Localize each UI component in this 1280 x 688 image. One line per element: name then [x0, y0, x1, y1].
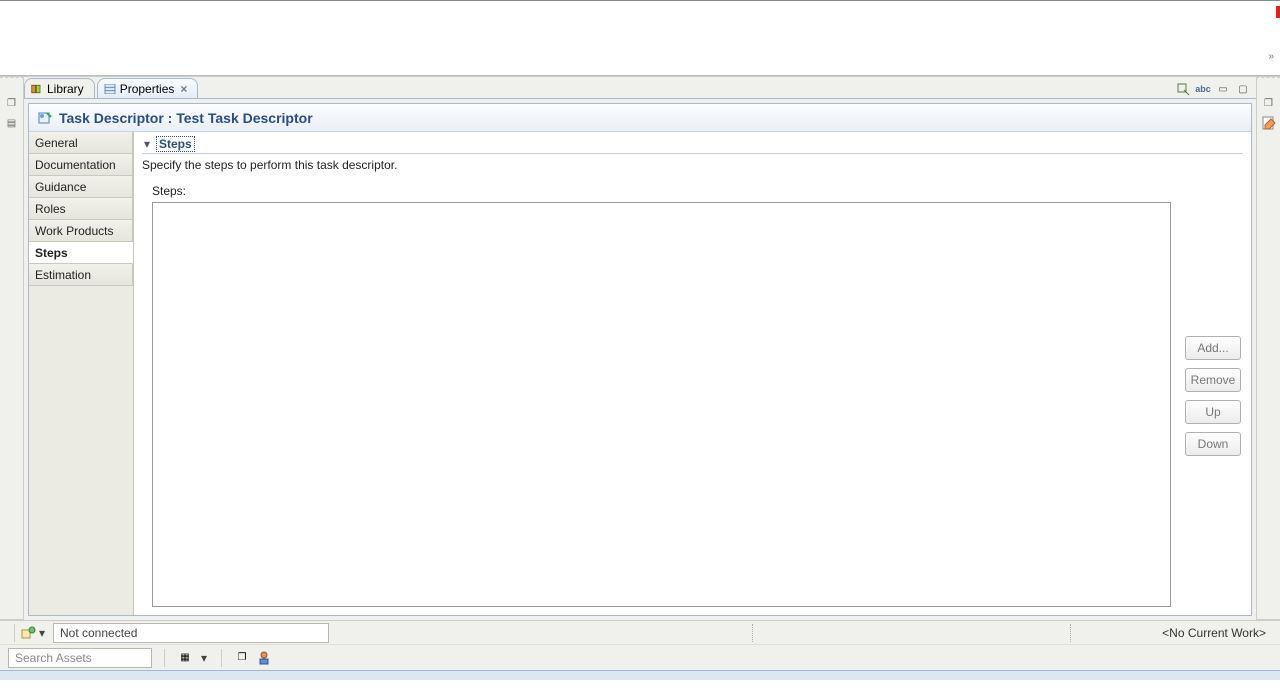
top-blank-area: »: [0, 0, 1280, 76]
search-placeholder: Search Assets: [15, 651, 92, 665]
task-repo-dropdown-icon[interactable]: ▾: [37, 626, 47, 640]
person-icon[interactable]: [256, 650, 272, 666]
sidenav-item-roles[interactable]: Roles: [29, 198, 133, 220]
steps-listbox[interactable]: [152, 202, 1171, 607]
edit-icon[interactable]: [1262, 116, 1276, 130]
pin-icon[interactable]: [1176, 82, 1190, 96]
steps-list-label: Steps:: [152, 184, 1243, 198]
steps-row: Add... Remove Up Down: [142, 202, 1243, 607]
tab-library[interactable]: Library: [24, 78, 95, 98]
editor-tabbar: Library Properties × abc ▭ ▢: [24, 77, 1256, 99]
current-work-status: <No Current Work>: [1162, 626, 1266, 640]
content-area: ▾ Steps Specify the steps to perform thi…: [134, 132, 1251, 615]
outline-icon[interactable]: ▤: [5, 116, 19, 130]
properties-icon: [104, 84, 116, 94]
corner-mark: »: [1268, 51, 1274, 62]
remove-button[interactable]: Remove: [1185, 368, 1241, 392]
layout-dropdown-icon[interactable]: ▾: [199, 651, 209, 665]
sidenav-item-steps[interactable]: Steps: [29, 242, 133, 264]
sidenav-item-documentation[interactable]: Documentation: [29, 154, 133, 176]
left-view-gutter: ❐ ▤: [0, 77, 24, 620]
center-column: Library Properties × abc ▭ ▢ Task Descri…: [24, 77, 1256, 620]
main-area: ❐ ▤ Library Properties × abc ▭ ▢: [0, 76, 1280, 620]
library-icon: [31, 84, 43, 94]
section-description: Specify the steps to perform this task d…: [142, 158, 1243, 172]
sidenav-item-guidance[interactable]: Guidance: [29, 176, 133, 198]
stack-icon[interactable]: ❐: [234, 650, 250, 666]
up-button[interactable]: Up: [1185, 400, 1241, 424]
search-assets-input[interactable]: Search Assets: [8, 648, 152, 668]
section-title: Steps: [156, 136, 195, 152]
editor-title: Task Descriptor : Test Task Descriptor: [59, 110, 313, 126]
steps-buttons: Add... Remove Up Down: [1185, 202, 1243, 607]
layout-icon[interactable]: ▦: [177, 650, 193, 666]
tabbar-tools: abc ▭ ▢: [1176, 82, 1250, 96]
close-icon[interactable]: ×: [180, 82, 187, 96]
restore-icon[interactable]: ❐: [5, 96, 19, 110]
editor-frame: Task Descriptor : Test Task Descriptor G…: [28, 103, 1252, 616]
connection-status[interactable]: Not connected: [53, 623, 329, 643]
sidenav-item-estimation[interactable]: Estimation: [29, 264, 133, 286]
add-button[interactable]: Add...: [1185, 336, 1241, 360]
maximize-icon[interactable]: ▢: [1236, 82, 1250, 96]
abc-icon[interactable]: abc: [1196, 82, 1210, 96]
minimize-icon[interactable]: ▭: [1216, 82, 1230, 96]
os-taskbar-sliver: [0, 670, 1280, 680]
red-indicator: [1276, 6, 1280, 18]
sidenav: GeneralDocumentationGuidanceRolesWork Pr…: [29, 132, 134, 615]
right-view-gutter: ❐: [1256, 77, 1280, 620]
task-repo-icon[interactable]: [21, 625, 37, 641]
tab-properties[interactable]: Properties ×: [97, 78, 199, 98]
editor-body: GeneralDocumentationGuidanceRolesWork Pr…: [29, 132, 1251, 615]
sidenav-filler: [29, 286, 133, 615]
tab-library-label: Library: [47, 82, 84, 96]
sidenav-item-general[interactable]: General: [29, 132, 133, 154]
statusbar-1: ▾ Not connected <No Current Work>: [0, 620, 1280, 644]
down-button[interactable]: Down: [1185, 432, 1241, 456]
restore-right-icon[interactable]: ❐: [1262, 96, 1276, 110]
editor-header: Task Descriptor : Test Task Descriptor: [29, 104, 1251, 132]
tab-properties-label: Properties: [120, 82, 175, 96]
sidenav-item-work-products[interactable]: Work Products: [29, 220, 133, 242]
task-descriptor-icon: [37, 111, 53, 125]
statusbar-2: Search Assets ▦ ▾ ❐: [0, 644, 1280, 670]
twisty-icon[interactable]: ▾: [142, 137, 152, 151]
section-header: ▾ Steps: [142, 136, 1243, 154]
